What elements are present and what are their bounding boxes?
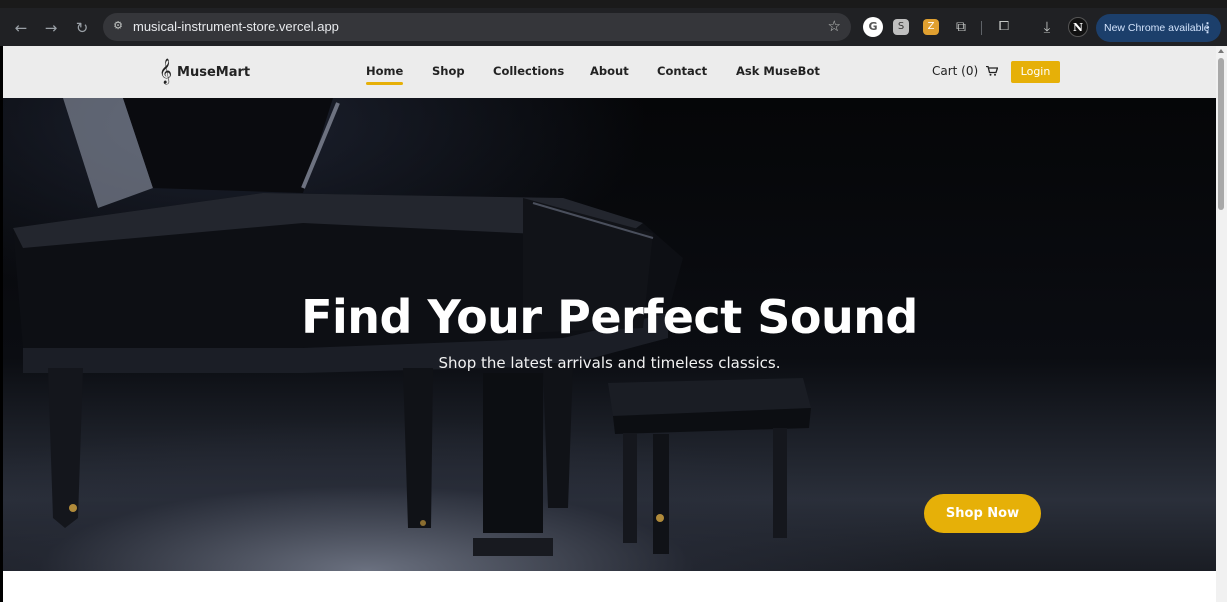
hero-subtitle: Shop the latest arrivals and timeless cl… xyxy=(438,354,781,372)
nav-shop[interactable]: Shop xyxy=(432,64,465,78)
toolbar-divider xyxy=(981,21,982,35)
kebab-menu-icon[interactable]: ⋮ xyxy=(1201,14,1214,42)
forward-arrow-icon[interactable]: → xyxy=(41,18,61,38)
extension-icon[interactable]: S xyxy=(893,19,909,35)
scroll-thumb[interactable] xyxy=(1218,58,1224,210)
hero-title: Find Your Perfect Sound xyxy=(301,290,918,344)
login-button[interactable]: Login xyxy=(1011,61,1060,83)
shopping-cart-icon[interactable] xyxy=(986,66,998,76)
hero-banner: Find Your Perfect Sound Shop the latest … xyxy=(3,98,1216,571)
update-chrome-button[interactable]: New Chrome available ⋮ xyxy=(1096,14,1221,42)
page-scrollbar[interactable] xyxy=(1216,46,1227,602)
tab-search-icon[interactable]: ⧠ xyxy=(994,17,1014,37)
back-arrow-icon[interactable]: ← xyxy=(11,18,31,38)
content-section xyxy=(3,571,1216,602)
reload-icon[interactable]: ↻ xyxy=(72,18,92,38)
nav-ask-musebot[interactable]: Ask MuseBot xyxy=(736,64,820,78)
update-chrome-label: New Chrome available xyxy=(1104,22,1210,34)
nav-about[interactable]: About xyxy=(590,64,629,78)
nav-home[interactable]: Home xyxy=(366,64,404,85)
profile-avatar[interactable]: N xyxy=(1068,17,1088,37)
bookmark-star-icon[interactable]: ☆ xyxy=(828,17,841,35)
browser-toolbar: ← → ↻ ⚙ musical-instrument-store.vercel.… xyxy=(0,0,1227,46)
treble-clef-icon: 𝄞 xyxy=(159,59,173,84)
extension-icon[interactable]: Z xyxy=(923,19,939,35)
site-info-icon[interactable]: ⚙ xyxy=(111,19,125,33)
download-icon[interactable]: ⤓ xyxy=(1037,17,1057,37)
nav-collections[interactable]: Collections xyxy=(493,64,564,78)
shop-now-button[interactable]: Shop Now xyxy=(924,494,1041,533)
nav-contact[interactable]: Contact xyxy=(657,64,707,78)
brand-name: MuseMart xyxy=(177,64,251,80)
cart-link[interactable]: Cart (0) xyxy=(932,64,978,78)
address-bar[interactable]: ⚙ musical-instrument-store.vercel.app ☆ xyxy=(103,13,851,41)
logo[interactable]: 𝄞 MuseMart xyxy=(159,58,250,86)
site-header: 𝄞 MuseMart Home Shop Collections About C… xyxy=(3,46,1216,98)
extensions-puzzle-icon[interactable]: ⧉ xyxy=(951,17,971,37)
scroll-up-arrow-icon[interactable] xyxy=(1218,49,1224,53)
url-text[interactable]: musical-instrument-store.vercel.app xyxy=(133,19,339,34)
grammarly-extension-icon[interactable]: G xyxy=(863,17,883,37)
